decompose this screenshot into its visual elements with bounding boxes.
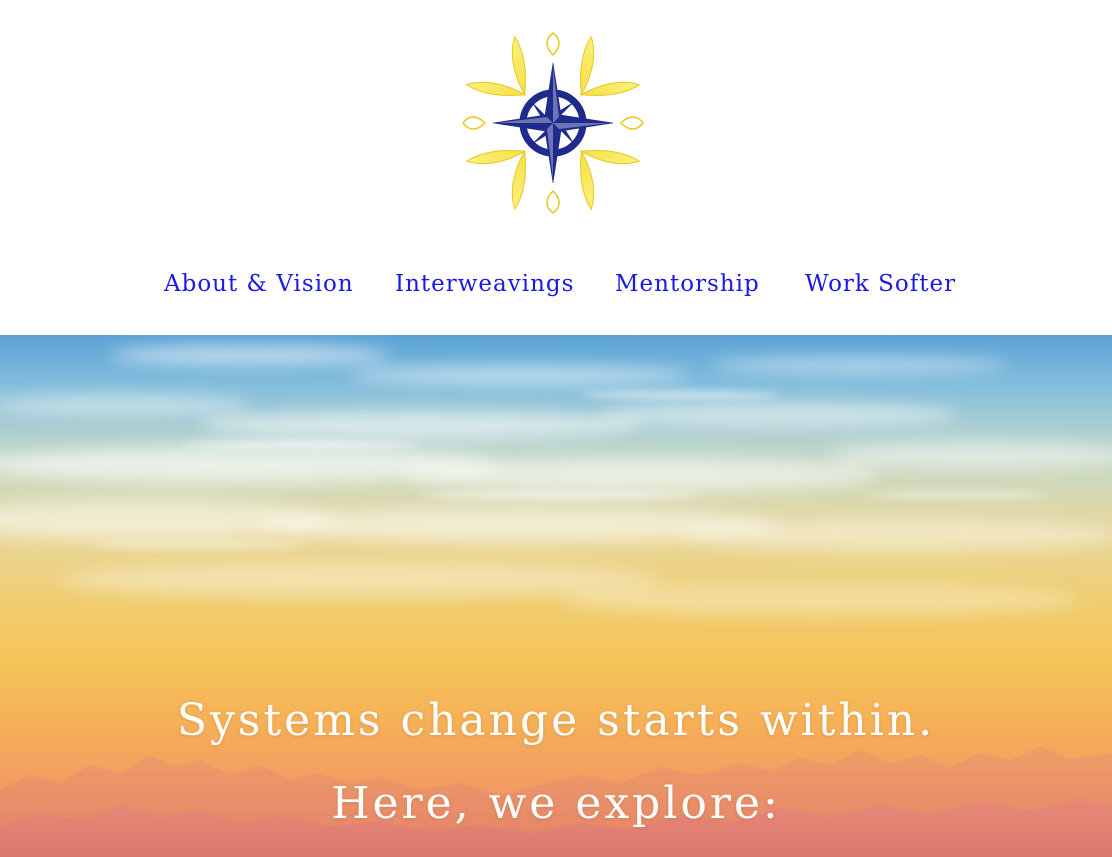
main-navigation: About & Vision Interweavings Mentorship … bbox=[0, 262, 1112, 306]
nav-item-mentorship[interactable]: Mentorship bbox=[615, 262, 760, 306]
nav-item-interweavings[interactable]: Interweavings bbox=[395, 262, 574, 306]
compass-sun-logo-icon[interactable] bbox=[462, 32, 644, 214]
hero-subheadline: Here, we explore: bbox=[331, 778, 781, 829]
hero-headline: Systems change starts within. bbox=[176, 695, 936, 746]
page: About & Vision Interweavings Mentorship … bbox=[0, 0, 1112, 857]
nav-item-about-vision[interactable]: About & Vision bbox=[164, 262, 354, 306]
nav-item-work-softer[interactable]: Work Softer bbox=[805, 262, 956, 306]
hero-banner: Systems change starts within. Here, we e… bbox=[0, 335, 1112, 857]
site-header: About & Vision Interweavings Mentorship … bbox=[0, 0, 1112, 335]
